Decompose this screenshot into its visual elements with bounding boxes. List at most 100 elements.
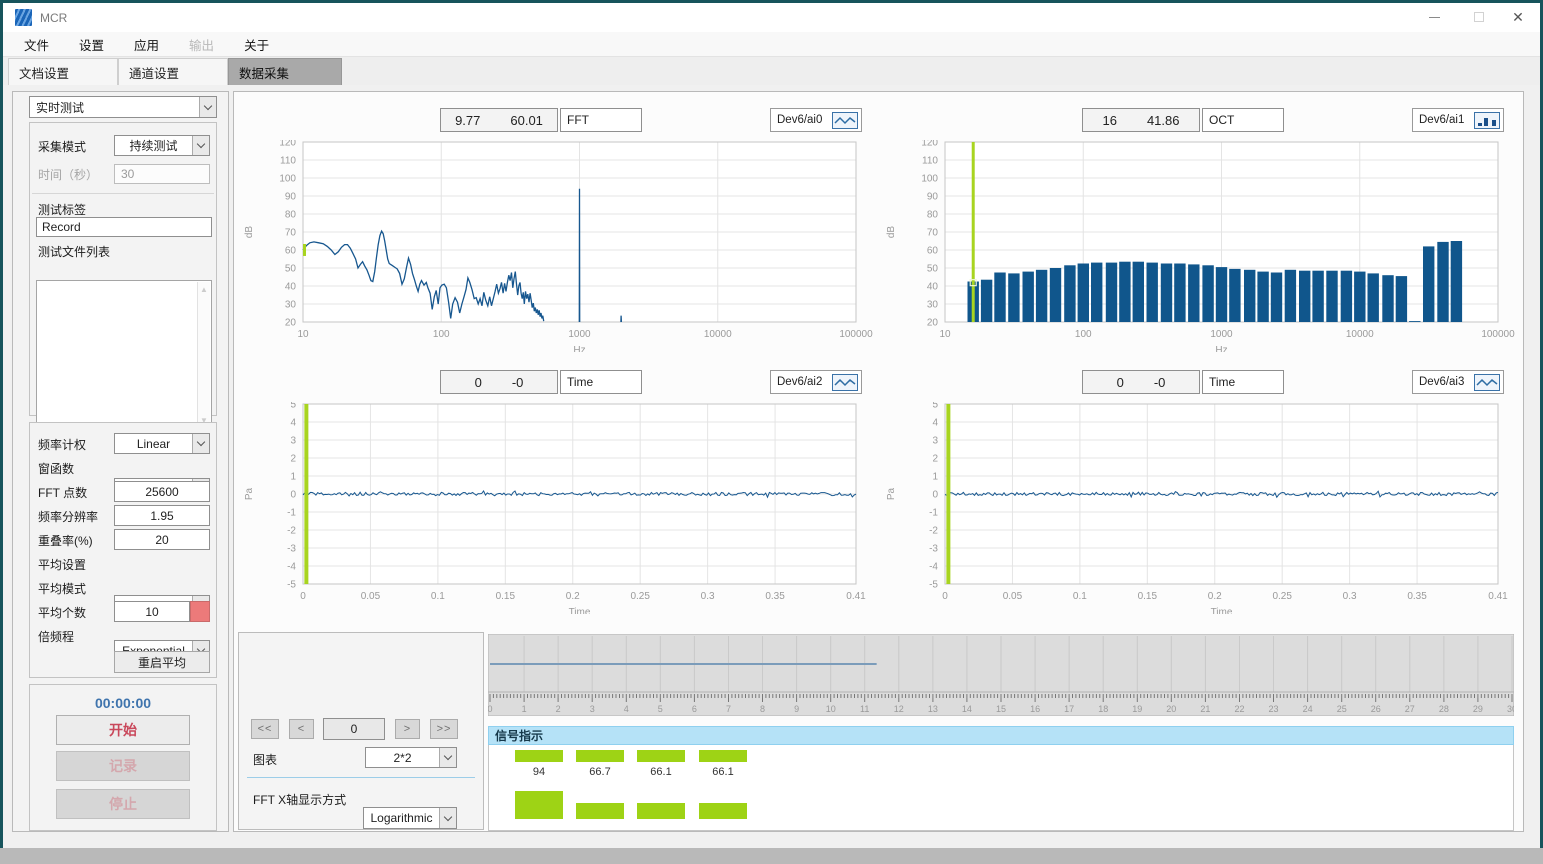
svg-text:120: 120	[921, 140, 938, 149]
svg-text:13: 13	[928, 704, 938, 714]
cursor-y-value: -0	[512, 375, 524, 390]
freq-resolution-input[interactable]: 1.95	[114, 505, 210, 526]
cursor-y-value: -0	[1154, 375, 1166, 390]
scrollbar[interactable]: ▲ ▼	[197, 282, 210, 428]
fft-points-input[interactable]: 25600	[114, 481, 210, 502]
tab-data-acquisition[interactable]: 数据采集	[228, 58, 342, 85]
freq-weighting-label: 频率计权	[38, 436, 86, 453]
nav-prev-button[interactable]: <	[289, 719, 314, 739]
fft-channel-box[interactable]: Dev6/ai0	[770, 108, 862, 132]
oct-channel-box[interactable]: Dev6/ai1	[1412, 108, 1504, 132]
menu-file[interactable]: 文件	[9, 32, 64, 56]
chevron-down-icon[interactable]	[192, 434, 209, 453]
level-value: 66.1	[699, 766, 747, 778]
svg-text:20: 20	[285, 318, 297, 329]
test-label-input[interactable]: Record	[36, 217, 212, 237]
menu-application[interactable]: 应用	[119, 32, 174, 56]
svg-text:80: 80	[285, 210, 297, 221]
svg-text:1: 1	[932, 472, 938, 483]
svg-text:40: 40	[285, 282, 297, 293]
close-button[interactable]: ✕	[1504, 7, 1532, 27]
acquisition-mode-select[interactable]: 持续测试	[114, 135, 210, 156]
overlap-input[interactable]: 20	[114, 529, 210, 550]
test-mode-select[interactable]: 实时测试	[29, 96, 217, 118]
acquisition-groupbox: 采集模式 持续测试 时间（秒） 30 测试标签 Record 测试文件列表 ▲ …	[29, 122, 217, 416]
svg-text:-2: -2	[929, 526, 938, 537]
level-value: 66.7	[576, 766, 624, 778]
chevron-down-icon[interactable]	[199, 97, 216, 117]
time2-channel-box[interactable]: Dev6/ai2	[770, 370, 862, 394]
minimize-button[interactable]	[1420, 7, 1448, 27]
svg-text:10: 10	[297, 329, 309, 340]
svg-text:10: 10	[826, 704, 836, 714]
time2-chart-name[interactable]: Time	[560, 370, 642, 394]
test-label-label: 测试标签	[38, 201, 86, 218]
fft-settings-groupbox: 频率计权 Linear 窗函数 Hanning FFT 点数 25600 频率分…	[29, 422, 217, 678]
svg-text:4: 4	[290, 418, 296, 429]
svg-text:100: 100	[921, 174, 938, 185]
nav-last-button[interactable]: >>	[430, 719, 458, 739]
time3-chart-name[interactable]: Time	[1202, 370, 1284, 394]
chart-layout-select[interactable]: 2*2	[365, 747, 457, 768]
chevron-down-icon[interactable]	[439, 808, 456, 828]
oct-chart-name[interactable]: OCT	[1202, 108, 1284, 132]
freq-weighting-select[interactable]: Linear	[114, 433, 210, 454]
record-timeline[interactable]: 0123456789101112131415161718192021222324…	[488, 634, 1514, 716]
scroll-up-icon[interactable]: ▲	[198, 285, 210, 294]
svg-text:0.25: 0.25	[1272, 591, 1292, 602]
fft-xaxis-mode-select[interactable]: Logarithmic	[363, 807, 457, 829]
fft-plot[interactable]: 2030405060708090100110120101001000100001…	[238, 140, 878, 357]
freq-weighting-value: Linear	[137, 437, 170, 451]
nav-next-button[interactable]: >	[395, 719, 420, 739]
cursor-x-value: 0	[1117, 375, 1124, 390]
svg-text:17: 17	[1064, 704, 1074, 714]
svg-text:0.25: 0.25	[630, 591, 650, 602]
svg-text:0.15: 0.15	[496, 591, 516, 602]
test-file-listbox[interactable]: ▲ ▼	[36, 280, 212, 430]
svg-text:0.05: 0.05	[361, 591, 381, 602]
overlap-label: 重叠率(%)	[38, 532, 93, 549]
nav-index-input[interactable]: 0	[323, 718, 385, 740]
level-bar	[576, 750, 624, 762]
tab-channel-settings[interactable]: 通道设置	[118, 58, 228, 85]
record-button: 记录	[56, 751, 190, 781]
svg-text:Hz: Hz	[1215, 345, 1227, 352]
time3-channel-box[interactable]: Dev6/ai3	[1412, 370, 1504, 394]
chevron-down-icon[interactable]	[192, 136, 209, 155]
freq-resolution-label: 频率分辨率	[38, 508, 98, 525]
svg-text:-4: -4	[929, 562, 938, 573]
start-button[interactable]: 开始	[56, 715, 190, 745]
svg-text:0: 0	[932, 490, 938, 501]
svg-text:30: 30	[285, 300, 297, 311]
svg-text:0.3: 0.3	[701, 591, 715, 602]
time3-panel: 0-0 Time Dev6/ai3 -5-4-3-2-101234500.050…	[880, 360, 1520, 620]
level-bar	[699, 750, 747, 762]
svg-text:100: 100	[433, 329, 450, 340]
time2-plot[interactable]: -5-4-3-2-101234500.050.10.150.20.250.30.…	[238, 402, 878, 619]
average-count-input[interactable]: 10	[114, 601, 190, 622]
oct-plot[interactable]: 2030405060708090100110120101001000100001…	[880, 140, 1520, 357]
svg-text:4: 4	[932, 418, 938, 429]
octave-label: 倍频程	[38, 628, 74, 645]
svg-text:20: 20	[927, 318, 939, 329]
title-bar: MCR ✕	[3, 3, 1540, 32]
svg-text:70: 70	[285, 228, 297, 239]
channel-label: Dev6/ai1	[1419, 114, 1464, 126]
svg-text:-2: -2	[287, 526, 296, 537]
maximize-button[interactable]	[1465, 7, 1493, 27]
time3-plot[interactable]: -5-4-3-2-101234500.050.10.150.20.250.30.…	[880, 402, 1520, 619]
menu-about[interactable]: 关于	[229, 32, 284, 56]
svg-text:24: 24	[1303, 704, 1313, 714]
chevron-down-icon[interactable]	[439, 748, 456, 767]
svg-text:60: 60	[927, 246, 939, 257]
svg-text:70: 70	[927, 228, 939, 239]
tab-document-settings[interactable]: 文档设置	[8, 58, 118, 85]
svg-text:5: 5	[290, 402, 296, 411]
nav-first-button[interactable]: <<	[251, 719, 279, 739]
svg-text:120: 120	[279, 140, 296, 149]
fft-chart-name[interactable]: FFT	[560, 108, 642, 132]
svg-text:100000: 100000	[1481, 329, 1515, 340]
restart-average-button[interactable]: 重启平均	[114, 651, 210, 673]
menu-settings[interactable]: 设置	[64, 32, 119, 56]
svg-text:2: 2	[932, 454, 938, 465]
